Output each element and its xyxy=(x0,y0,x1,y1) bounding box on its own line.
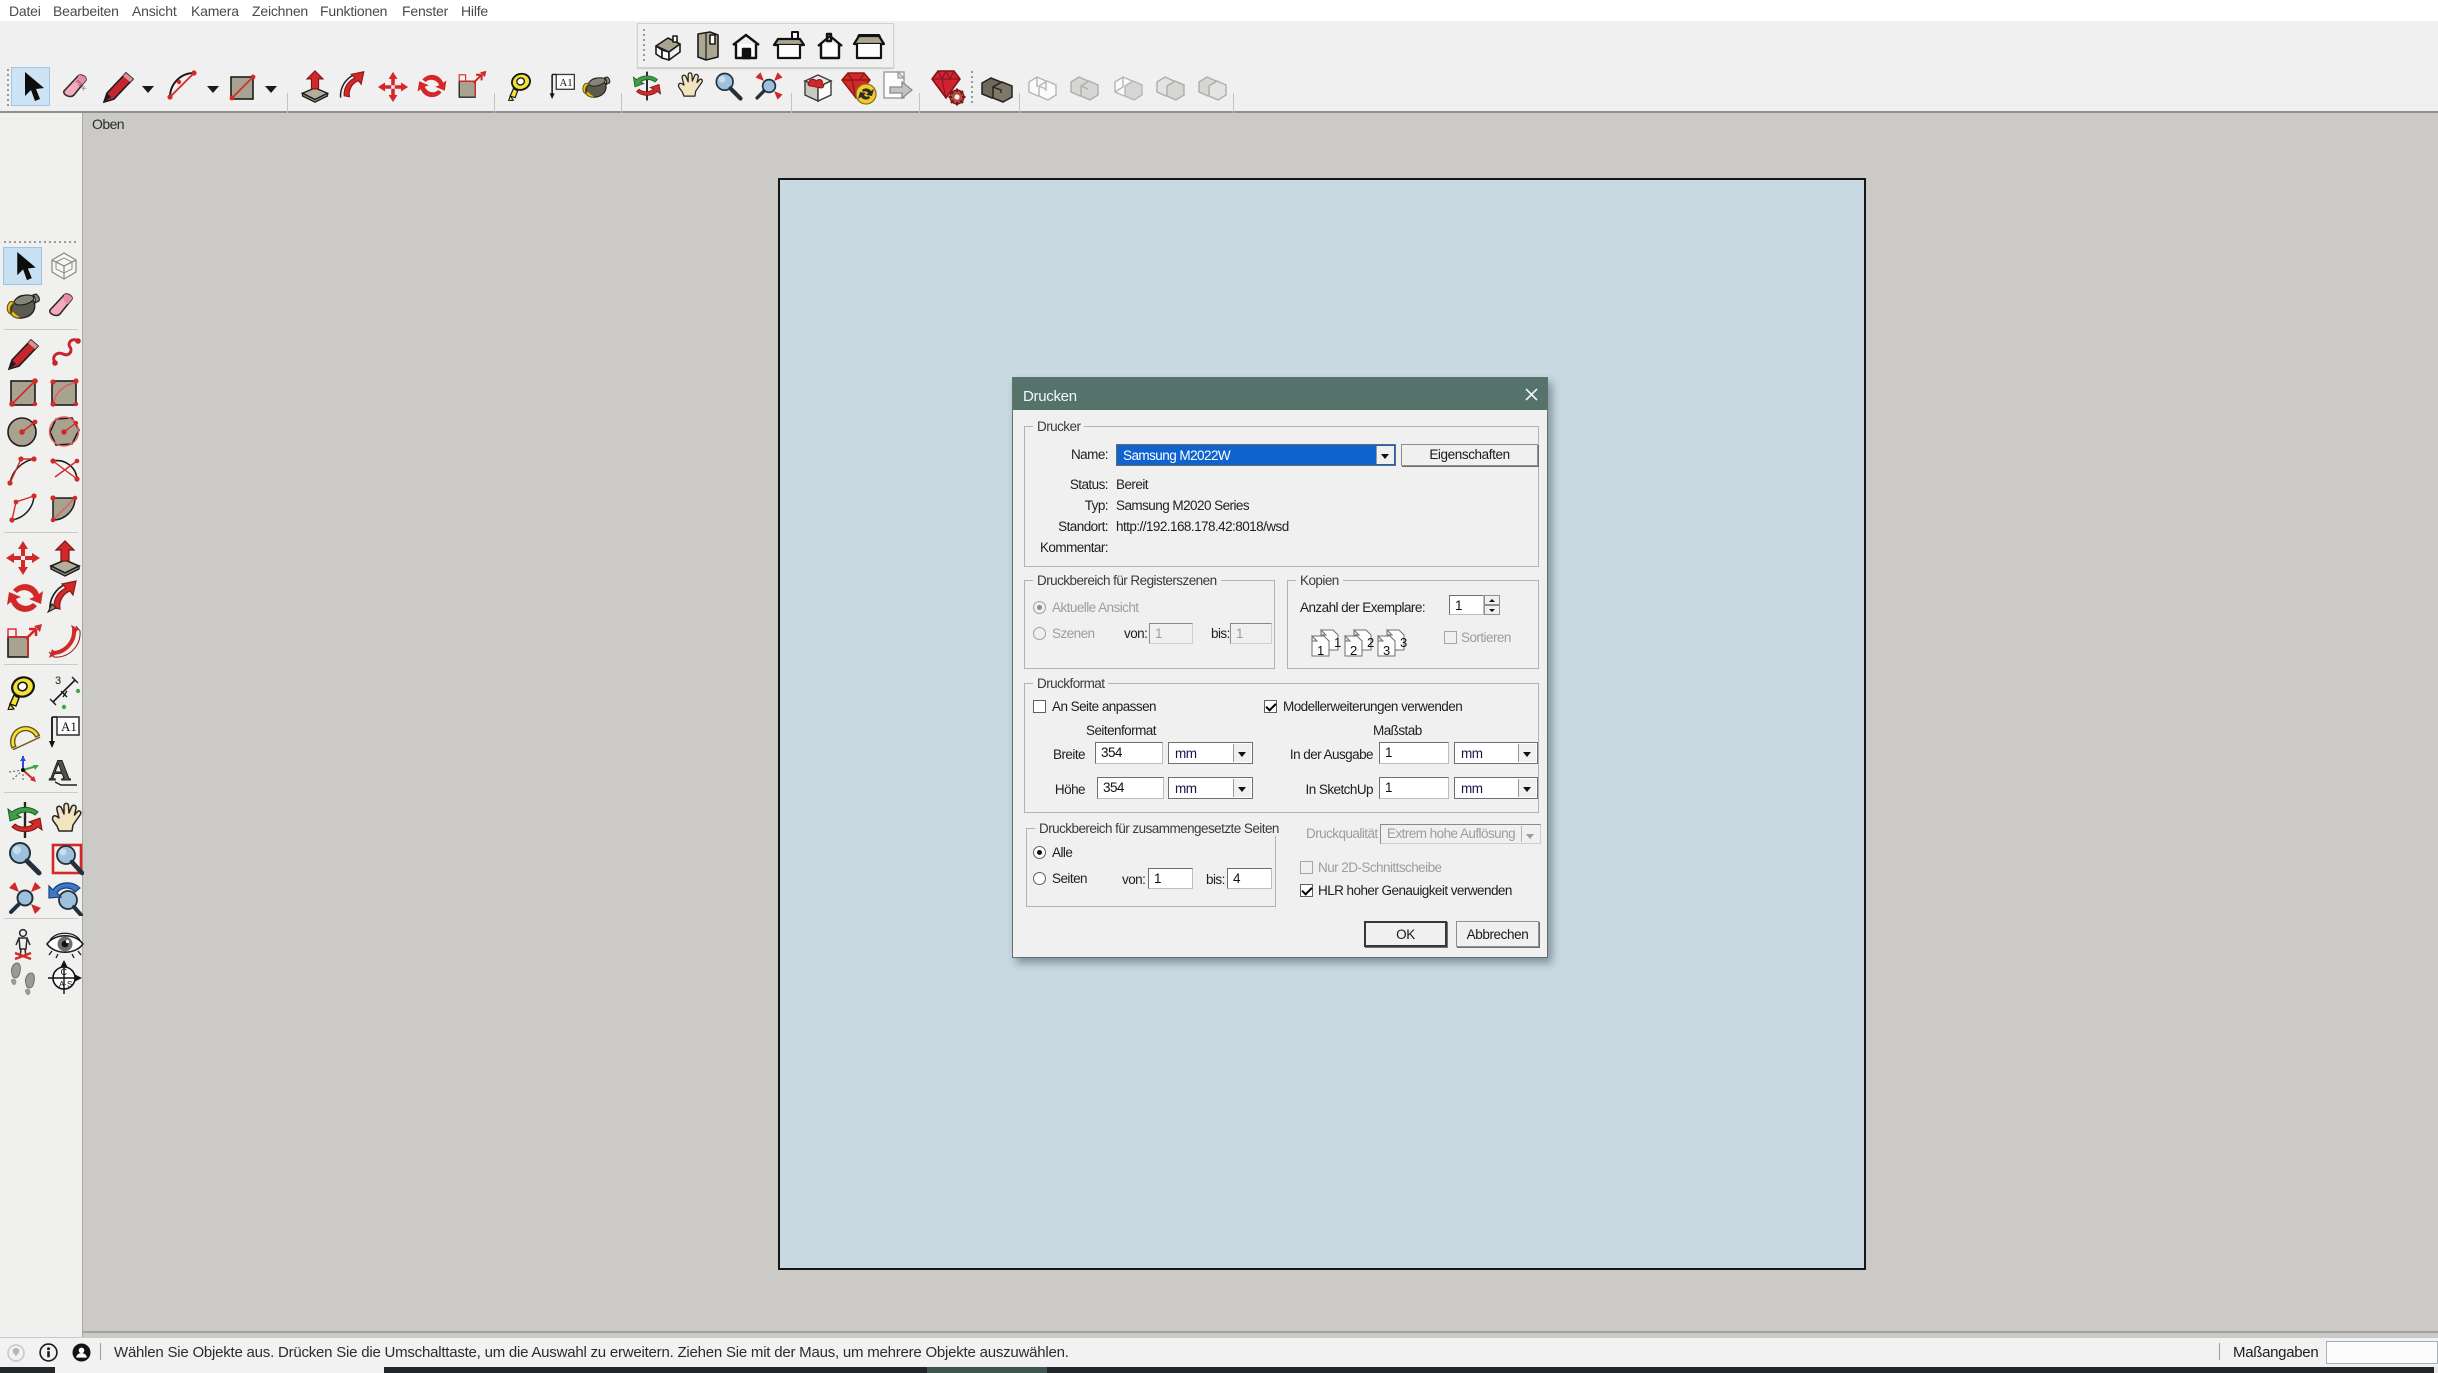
svg-text:2: 2 xyxy=(1367,635,1374,650)
svg-text:A1: A1 xyxy=(560,77,573,89)
svg-text:3: 3 xyxy=(55,675,61,687)
svg-text:3: 3 xyxy=(1383,643,1390,658)
svg-text:A: A xyxy=(49,754,71,787)
svg-text:1: 1 xyxy=(1334,635,1341,650)
svg-text:1: 1 xyxy=(1317,643,1324,658)
svg-text:C: C xyxy=(61,967,68,977)
svg-text:3: 3 xyxy=(1400,635,1407,650)
svg-text:A·S: A·S xyxy=(59,980,72,989)
svg-text:2: 2 xyxy=(1350,643,1357,658)
svg-text:A1: A1 xyxy=(61,719,77,734)
